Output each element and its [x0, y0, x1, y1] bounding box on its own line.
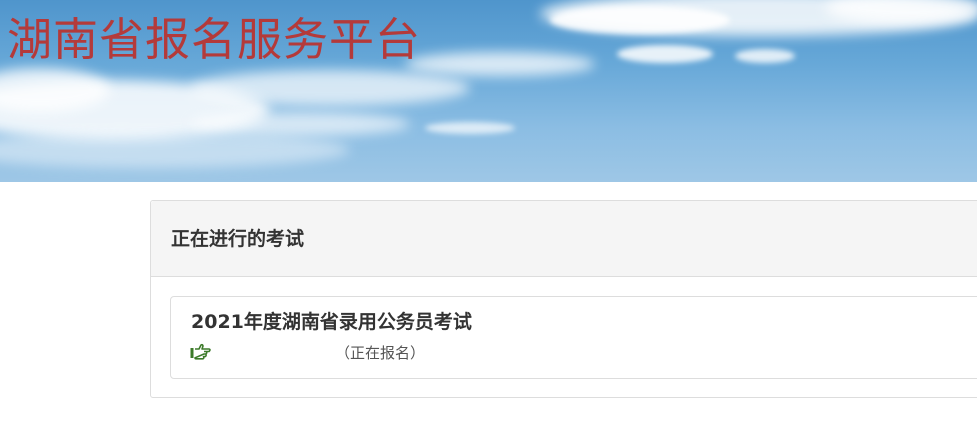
- exam-card[interactable]: 2021年度湖南省录用公务员考试 （正在报名）: [170, 296, 977, 379]
- panel-heading: 正在进行的考试: [151, 201, 977, 277]
- panel-title: 正在进行的考试: [171, 228, 305, 250]
- site-title: 湖南省报名服务平台: [7, 13, 422, 66]
- exam-title-link[interactable]: 2021年度湖南省录用公务员考试: [191, 309, 472, 335]
- header-banner: 湖南省报名服务平台: [0, 0, 977, 182]
- pointing-hand-icon[interactable]: [190, 343, 212, 361]
- exam-status: （正在报名）: [335, 344, 426, 362]
- ongoing-exams-panel: 正在进行的考试 2021年度湖南省录用公务员考试 （正在报名）: [150, 200, 977, 398]
